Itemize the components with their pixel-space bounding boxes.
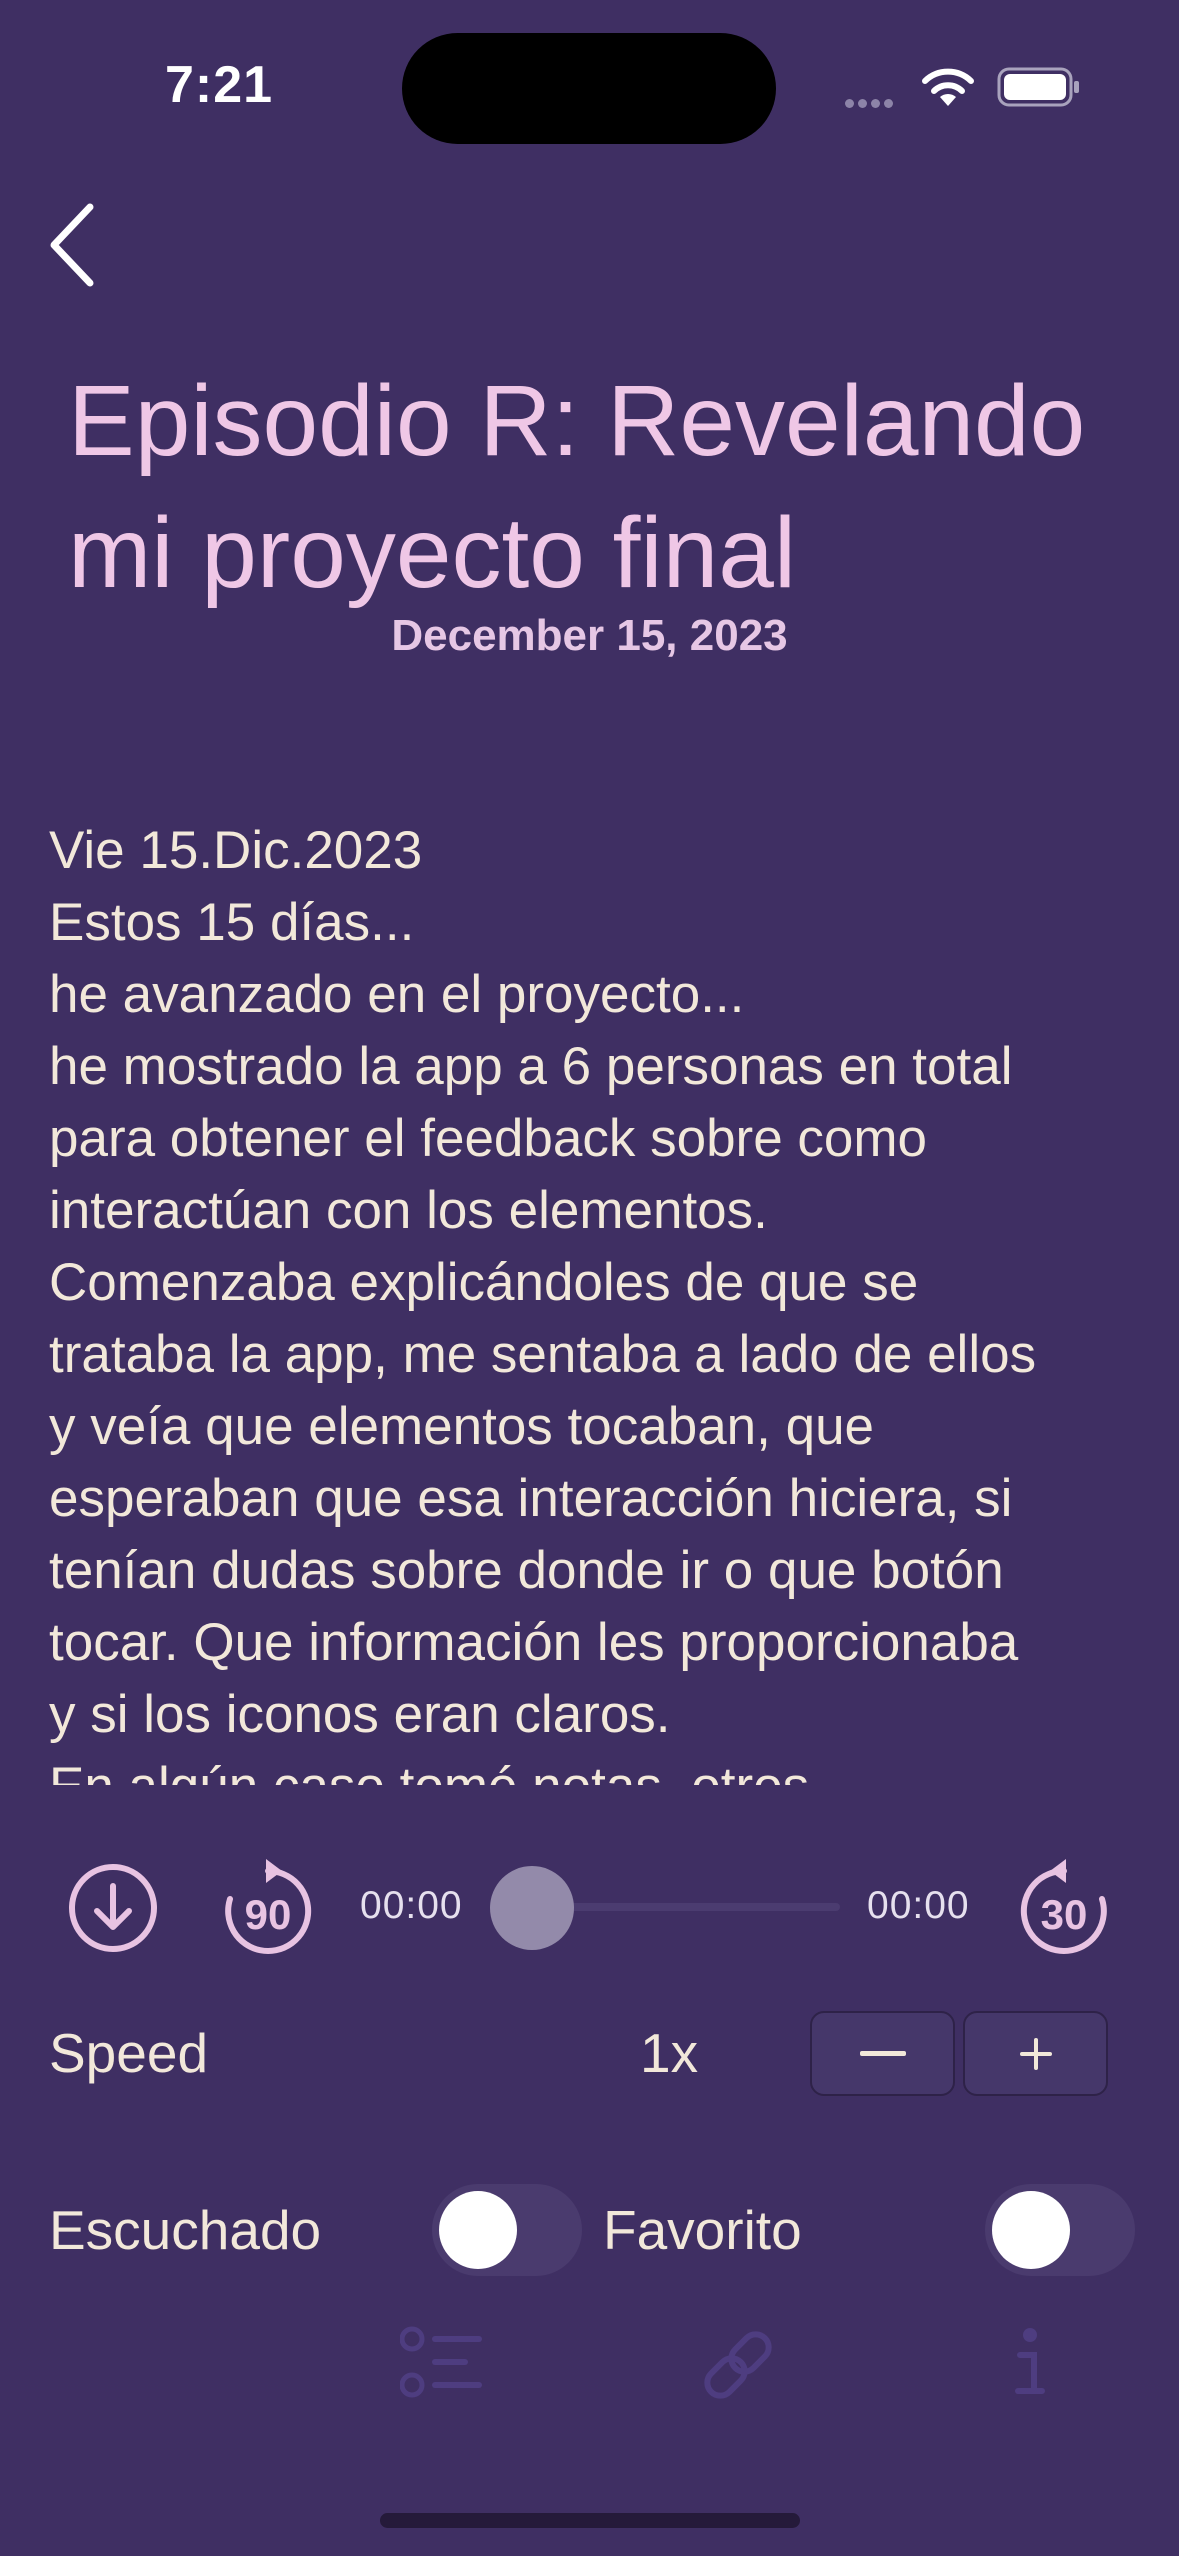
- home-indicator: [380, 2513, 800, 2528]
- description-line: Vie 15.Dic.2023: [49, 821, 423, 880]
- progress-slider-thumb[interactable]: [490, 1866, 574, 1950]
- description-line: interactúan con los elementos.: [49, 1181, 768, 1240]
- description-line: para obtener el feedback sobre como: [49, 1109, 927, 1168]
- list-bullet-icon[interactable]: [400, 2325, 484, 2401]
- episode-date: December 15, 2023: [391, 611, 788, 660]
- description-line: En algún caso tomé notas, otros: [49, 1751, 1149, 1785]
- rewind-90-icon[interactable]: 90: [220, 1855, 316, 1959]
- description-line: trataba la app, me sentaba a lado de ell…: [49, 1325, 1037, 1384]
- dynamic-island: [402, 33, 776, 144]
- link-icon[interactable]: [698, 2325, 778, 2405]
- description-line: tenían dudas sobre donde ir o que botón: [49, 1541, 1004, 1600]
- plus-icon: [1019, 2037, 1052, 2070]
- favorite-toggle[interactable]: [985, 2184, 1135, 2276]
- description-line: Comenzaba explicándoles de que se: [49, 1253, 919, 1312]
- listened-label: Escuchado: [49, 2199, 322, 2261]
- speed-label: Speed: [49, 2022, 209, 2084]
- cellular-signal-icon: [845, 95, 897, 113]
- description-line: Estos 15 días...: [49, 893, 415, 952]
- description-line: y veía que elementos tocaban, que: [49, 1397, 875, 1456]
- description-line: he mostrado la app a 6 personas en total: [49, 1037, 1013, 1096]
- battery-icon: [997, 67, 1079, 107]
- rewind-label: 90: [245, 1891, 292, 1938]
- listened-toggle[interactable]: [432, 2184, 582, 2276]
- wifi-icon: [922, 68, 974, 106]
- favorite-label: Favorito: [603, 2199, 802, 2261]
- speed-value: 1x: [640, 2022, 699, 2084]
- status-bar-time: 7:21: [165, 56, 274, 114]
- description-line: y si los iconos eran claros.: [49, 1685, 671, 1744]
- info-icon[interactable]: [1010, 2325, 1050, 2401]
- total-time: 00:00: [867, 1884, 970, 1927]
- forward-30-icon[interactable]: 30: [1016, 1855, 1112, 1959]
- progress-track[interactable]: [530, 1903, 840, 1911]
- episode-description: Vie 15.Dic.2023 Estos 15 días... he avan…: [49, 815, 1149, 1785]
- speed-increase-button[interactable]: [963, 2011, 1108, 2096]
- description-line: he avanzado en el proyecto...: [49, 965, 745, 1024]
- toggle-knob: [992, 2191, 1070, 2269]
- toggle-knob: [439, 2191, 517, 2269]
- episode-title: Episodio R: Revelando mi proyecto final: [68, 365, 1086, 609]
- description-line: esperaban que esa interacción hiciera, s…: [49, 1469, 1013, 1528]
- download-icon[interactable]: [67, 1862, 159, 1954]
- back-chevron-icon[interactable]: [40, 195, 110, 295]
- forward-label: 30: [1041, 1891, 1088, 1938]
- description-line: tocar. Que información les proporcionaba: [49, 1613, 1019, 1672]
- speed-decrease-button[interactable]: [810, 2011, 955, 2096]
- minus-icon: [859, 2050, 906, 2056]
- current-time: 00:00: [360, 1884, 463, 1927]
